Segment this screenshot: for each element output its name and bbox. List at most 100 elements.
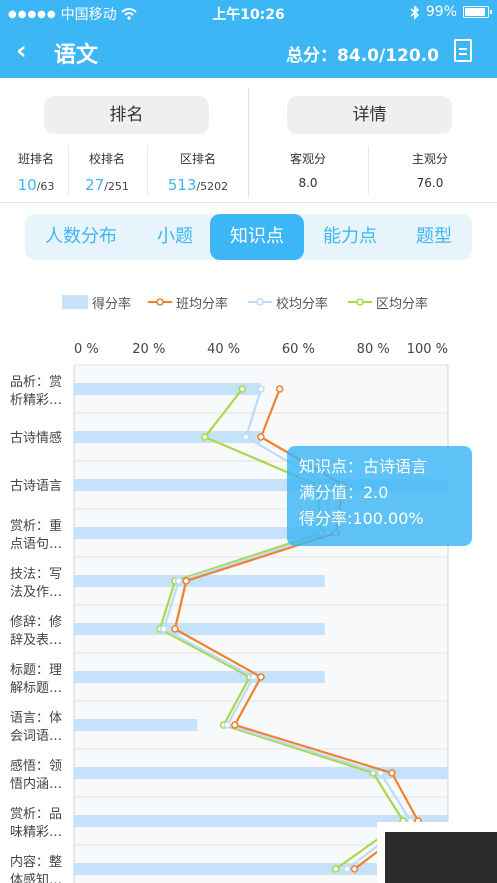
school-rank: 校排名 27/251 [72,150,142,194]
tab-questions[interactable]: 小题 [137,214,213,260]
legend-line-swatch [248,298,272,306]
category-label: 点语句… [10,537,62,552]
score-rate-bar [74,719,198,731]
category-label: 辞及表… [10,633,62,648]
series-point [350,865,359,873]
total-score: 总分：84.0/120.0 [286,46,439,66]
score-rate-bar [74,431,261,443]
battery-icon [463,6,492,18]
analysis-tabs: 人数分布 小题 知识点 能力点 题型 [25,214,472,260]
stat-divider [147,146,148,194]
score-rate-bar [74,671,325,683]
tooltip-score-rate: 得分率:100.00% [299,509,424,528]
stat-divider [368,146,369,194]
series-point [238,385,247,393]
class-rank-label: 班排名 [17,152,54,166]
category-label: 技法：写 [10,567,62,582]
corner-overlay [377,822,497,883]
category-label: 味精彩… [10,825,62,840]
tab-distribution[interactable]: 人数分布 [33,214,129,260]
series-point [159,625,168,633]
series-point [201,433,209,441]
legend-label: 校均分率 [276,296,329,312]
objective-score-label: 客观分 [289,152,326,166]
legend-item-class[interactable]: 班均分率 [148,293,229,312]
legend-label: 区均分率 [376,296,429,312]
rank-button[interactable]: 排名 [44,96,209,134]
detail-button[interactable]: 详情 [287,96,452,134]
category-label: 修辞：修 [10,615,62,630]
page-title: 语文 [54,43,99,68]
back-icon[interactable]: ‹ [16,36,27,66]
series-point [182,577,190,585]
bluetooth-icon [410,4,420,20]
nav-bar: ‹ 语文 总分：84.0/120.0 [0,26,497,78]
legend-item-school[interactable]: 校均分率 [248,293,329,312]
category-label: 感悟：领 [10,758,62,774]
category-label: 古诗情感 [10,430,62,446]
document-icon[interactable] [454,39,472,62]
series-point [231,721,239,729]
chart-tooltip: 知识点：古诗语言 满分值：2.0 得分率:100.00% [287,446,472,546]
tab-question-type[interactable]: 题型 [401,214,467,260]
x-tick-label: 80 % [357,342,390,357]
district-rank: 区排名 513/5202 [152,150,244,194]
series-point [257,673,265,681]
x-tick-label: 60 % [282,342,315,357]
school-rank-label: 校排名 [88,152,125,166]
subjective-score-label: 主观分 [411,152,448,166]
tooltip-full-score: 满分值：2.0 [299,483,389,502]
legend-bar-swatch [62,295,88,309]
category-label: 赏析：重 [10,518,62,534]
series-point [275,385,284,393]
tab-knowledge[interactable]: 知识点 [210,214,304,260]
category-label: 体感知… [10,872,62,883]
category-label: 内容：整 [10,854,62,870]
summary-panel: 排名 详情 班排名 10/63 校排名 27/251 区排名 513/5202 … [0,78,497,203]
subjective-score: 主观分 76.0 [380,150,480,190]
class-rank-value: 10 [17,176,37,194]
school-rank-total: /251 [104,180,129,193]
category-label: 赏析：品 [10,807,62,822]
district-rank-label: 区排名 [179,152,216,166]
category-label: 解标题… [10,681,62,696]
battery-percent: 99% [425,4,457,20]
category-label: 品析：赏 [10,375,62,390]
category-label: 古诗语言 [10,479,62,494]
score-rate-bar [74,623,325,635]
series-point [171,625,179,633]
tab-ability[interactable]: 能力点 [309,214,391,260]
tooltip-knowledge-point: 知识点：古诗语言 [299,457,428,476]
series-point [223,721,232,729]
category-label: 析精彩… [10,393,62,408]
status-bar: ●●●●● 中国移动 上午10:26 99% [0,0,497,26]
series-point [242,433,250,441]
legend-line-swatch [348,298,372,306]
series-point [257,433,265,441]
category-label: 会词语… [10,729,62,744]
series-point [174,577,183,585]
series-point [257,385,265,393]
district-rank-value: 513 [167,176,197,194]
stat-divider [68,146,69,194]
x-tick-label: 0 % [74,342,99,357]
objective-score: 客观分 8.0 [258,150,358,190]
objective-score-value: 8.0 [298,176,318,190]
legend-label: 班均分率 [176,296,229,312]
corner-overlay-panel [385,832,497,883]
legend-item-score[interactable]: 得分率 [62,293,132,312]
knowledge-point-chart[interactable]: 0 % 20 % 40 % 60 % 80 % 100 % 品析：赏析精彩… 古诗情感古诗语言… [0,335,497,883]
score-rate-bar [74,383,261,395]
summary-divider [248,88,249,198]
series-point [343,865,351,873]
category-label: 法及作… [10,585,62,600]
legend-label: 得分率 [92,296,132,312]
x-tick-label: 20 % [132,342,165,357]
subjective-score-value: 76.0 [416,176,444,190]
legend-line-swatch [148,298,172,306]
class-rank: 班排名 10/63 [8,150,64,194]
legend-item-district[interactable]: 区均分率 [348,293,429,312]
district-rank-total: /5202 [196,180,229,193]
chart-legend: 得分率 班均分率 校均分率 区均分率 [0,293,497,313]
series-point [331,865,340,873]
